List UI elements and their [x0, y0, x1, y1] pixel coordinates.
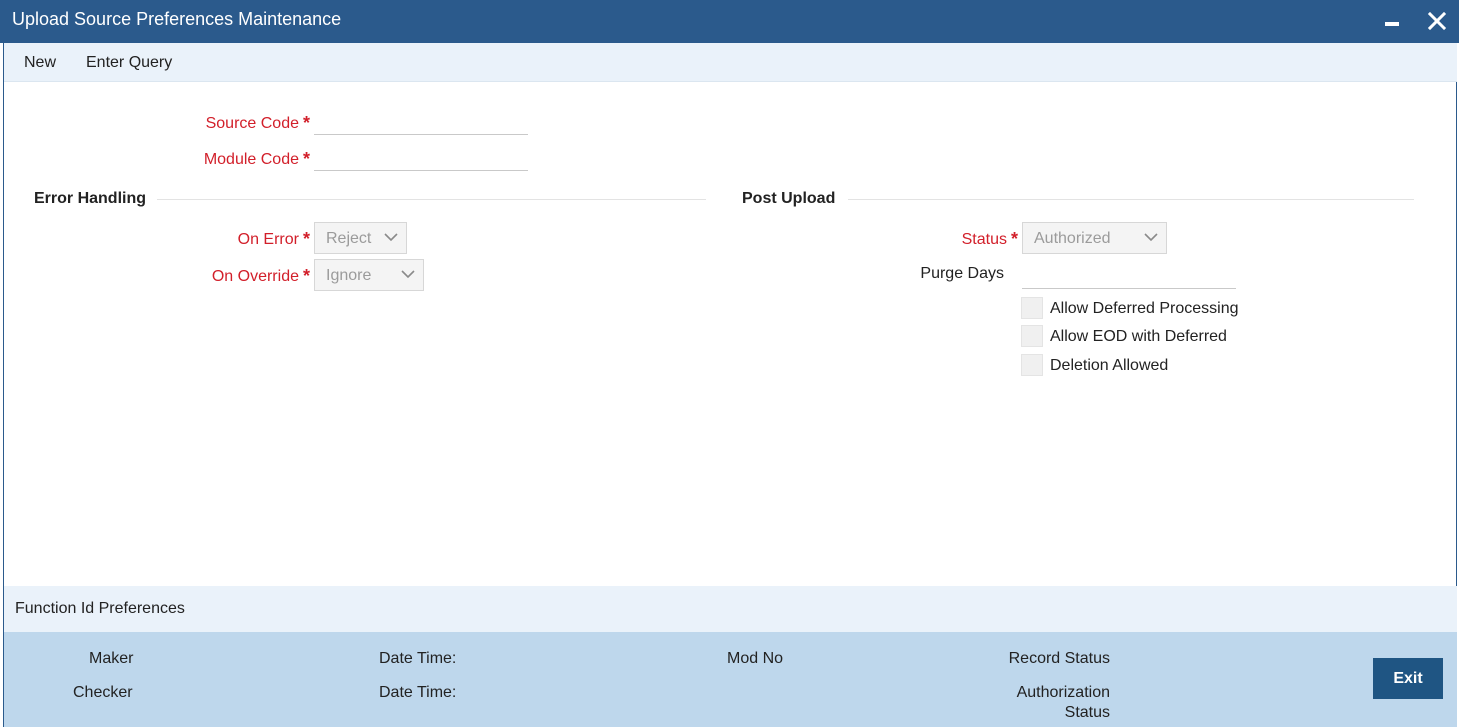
- required-marker: *: [302, 266, 310, 286]
- deletion-allowed-label: Deletion Allowed: [1050, 357, 1169, 374]
- toolbar: New Enter Query: [4, 43, 1457, 82]
- maker-label: Maker: [89, 650, 134, 667]
- minimize-icon[interactable]: [1383, 8, 1401, 34]
- mod-no-label: Mod No: [727, 650, 784, 667]
- chevron-down-icon: [384, 233, 398, 242]
- maker-date-time-label: Date Time:: [379, 650, 457, 667]
- function-id-preferences-title: Function Id Preferences: [15, 600, 185, 617]
- close-icon[interactable]: [1426, 8, 1450, 34]
- on-error-select[interactable]: Reject: [314, 222, 407, 254]
- checker-label: Checker: [73, 684, 133, 701]
- required-marker: *: [302, 149, 310, 169]
- source-code-input[interactable]: [314, 111, 528, 135]
- error-handling-heading: Error Handling: [34, 190, 147, 207]
- source-code-label: Source Code *: [150, 112, 310, 133]
- status-value: Authorized: [1034, 230, 1111, 247]
- on-override-select[interactable]: Ignore: [314, 259, 424, 291]
- function-id-preferences-bar[interactable]: Function Id Preferences: [4, 586, 1457, 632]
- audit-footer: [4, 632, 1457, 727]
- enter-query-button[interactable]: Enter Query: [86, 54, 172, 72]
- module-code-input[interactable]: [314, 147, 528, 171]
- post-upload-divider: [848, 199, 1414, 200]
- new-button[interactable]: New: [24, 54, 56, 72]
- status-select[interactable]: Authorized: [1022, 222, 1167, 254]
- on-override-label-text: On Override: [211, 268, 299, 285]
- purge-days-label: Purge Days: [920, 265, 1004, 282]
- authorization-status-label: Status: [1064, 704, 1110, 721]
- window-title: Upload Source Preferences Maintenance: [12, 9, 342, 29]
- source-code-label-text: Source Code: [205, 115, 299, 132]
- allow-deferred-processing-label: Allow Deferred Processing: [1050, 300, 1239, 317]
- exit-button[interactable]: Exit: [1373, 658, 1443, 699]
- checker-date-time-label: Date Time:: [379, 684, 457, 701]
- post-upload-heading: Post Upload: [742, 190, 836, 207]
- required-marker: *: [302, 113, 310, 133]
- error-handling-divider: [157, 199, 706, 200]
- required-marker: *: [302, 229, 310, 249]
- on-override-label: On Override *: [150, 265, 310, 286]
- on-override-value: Ignore: [326, 267, 372, 284]
- title-bar: Upload Source Preferences Maintenance: [0, 0, 1459, 43]
- module-code-label: Module Code *: [150, 148, 310, 169]
- status-label-text: Status: [961, 231, 1007, 248]
- module-code-label-text: Module Code: [203, 151, 299, 168]
- status-label: Status *: [858, 228, 1018, 249]
- on-error-label: On Error *: [150, 228, 310, 249]
- record-status-label: Record Status: [1008, 650, 1110, 667]
- required-marker: *: [1010, 229, 1018, 249]
- allow-deferred-processing-checkbox[interactable]: [1021, 297, 1043, 319]
- allow-eod-with-deferred-checkbox[interactable]: [1021, 325, 1043, 347]
- allow-eod-with-deferred-label: Allow EOD with Deferred: [1050, 328, 1227, 345]
- on-error-label-text: On Error: [237, 231, 299, 248]
- deletion-allowed-checkbox[interactable]: [1021, 354, 1043, 376]
- purge-days-input[interactable]: [1022, 265, 1236, 289]
- authorization-label: Authorization: [1016, 684, 1110, 701]
- chevron-down-icon: [401, 270, 415, 279]
- on-error-value: Reject: [326, 230, 372, 247]
- chevron-down-icon: [1144, 233, 1158, 242]
